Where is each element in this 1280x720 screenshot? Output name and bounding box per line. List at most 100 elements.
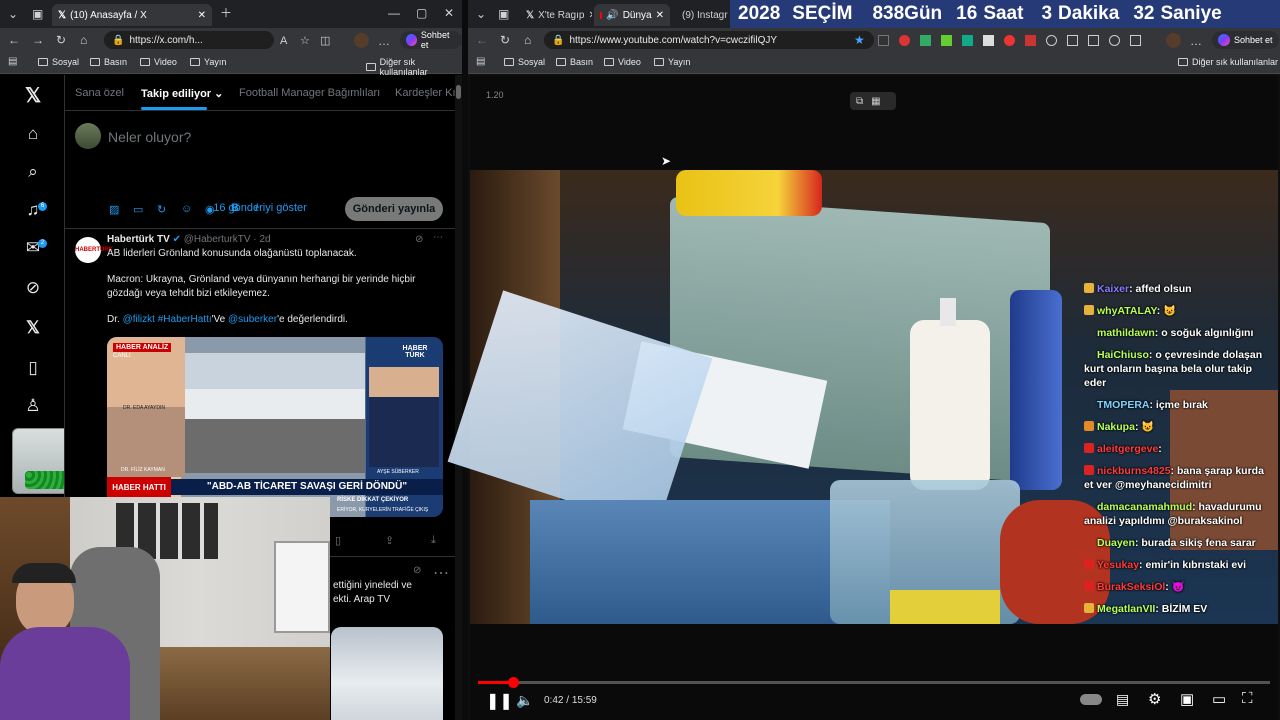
chat-username[interactable]: MegatlanVII [1097, 603, 1155, 615]
home-icon[interactable]: ⌂ [80, 33, 87, 47]
extension-icon[interactable] [1025, 35, 1036, 46]
read-aloud-icon[interactable]: A [280, 34, 287, 48]
refresh-icon[interactable]: ↻ [500, 33, 510, 47]
fav-other[interactable]: Diğer sık kullanılanlar [366, 57, 462, 77]
tab-x-home[interactable]: 𝕏 (10) Anasayfa / X ✕ [52, 4, 212, 26]
bookmark-icon[interactable]: ▯ [335, 534, 341, 547]
favorites-menu-icon[interactable]: ▤ [8, 55, 17, 69]
fav-video[interactable]: Video [604, 57, 641, 67]
tab-kardesler[interactable]: Kardeşler Kı [395, 87, 456, 99]
more-menu-icon[interactable]: … [1190, 34, 1202, 48]
scrubber-handle[interactable] [507, 677, 519, 688]
copilot-chat-button[interactable]: Sohbet et [1212, 31, 1279, 49]
home-icon[interactable]: ⌂ [22, 123, 44, 145]
extension-icon[interactable] [1046, 35, 1057, 46]
notes-icon[interactable]: ▦ [871, 96, 880, 107]
tweet-handle[interactable]: @HaberturkTV [184, 234, 251, 245]
fullscreen-icon[interactable]: ⛶ [1242, 690, 1253, 707]
fav-yayin[interactable]: Yayın [190, 57, 226, 67]
grok-explain-icon[interactable]: ⊘ [415, 233, 423, 247]
maximize-icon[interactable]: ▢ [416, 6, 427, 20]
close-tab-icon[interactable]: ✕ [656, 10, 664, 21]
tweet-time[interactable]: · 2d [253, 234, 270, 245]
fav-video[interactable]: Video [140, 57, 177, 67]
subtitles-icon[interactable]: ▤ [1116, 691, 1129, 708]
chat-username[interactable]: Duayen [1097, 537, 1135, 549]
grok-icon[interactable]: ⊘ [22, 277, 44, 299]
profile-avatar[interactable] [1166, 33, 1181, 48]
chat-username[interactable]: aleitgergeve [1097, 443, 1158, 455]
minimize-icon[interactable]: — [388, 6, 400, 20]
fav-sosyal[interactable]: Sosyal [504, 57, 545, 67]
settings-gear-icon[interactable]: ⚙ [1148, 690, 1161, 708]
autoplay-toggle[interactable] [1080, 694, 1102, 705]
scroll-thumb[interactable] [456, 85, 461, 99]
avatar[interactable] [75, 123, 101, 149]
favorite-star-icon[interactable]: ☆ [300, 34, 310, 48]
miniplayer-icon[interactable]: ▣ [1180, 690, 1194, 708]
mention-link[interactable]: @suberker [228, 314, 277, 325]
close-tab-icon[interactable]: ✕ [588, 10, 592, 21]
fav-other[interactable]: Diğer sık kullanılanlar [1178, 57, 1278, 67]
share-icon[interactable]: ⇪ [385, 534, 394, 547]
close-tab-icon[interactable]: ✕ [198, 10, 206, 21]
home-icon[interactable]: ⌂ [524, 33, 531, 47]
profile-avatar[interactable] [354, 33, 369, 48]
more-icon[interactable]: ⋯ [433, 563, 449, 583]
bookmarks-icon[interactable]: ▯ [22, 357, 44, 379]
tab-for-you[interactable]: Sana özel [75, 87, 124, 99]
right-url-field[interactable]: 🔒 https://www.youtube.com/watch?v=cwczif… [544, 31, 874, 49]
back-icon[interactable]: ← [476, 33, 488, 47]
chat-username[interactable]: nickburns4825 [1097, 465, 1171, 477]
premium-x-icon[interactable]: 𝕏 [22, 317, 44, 339]
fav-basin[interactable]: Basın [90, 57, 127, 67]
haberturk-avatar[interactable]: HABERTÜRK [75, 237, 113, 263]
copilot-chat-button[interactable]: Sohbet et [400, 30, 462, 50]
close-window-icon[interactable]: ✕ [444, 6, 454, 20]
compose-input[interactable]: Neler oluyor? [108, 129, 191, 145]
volume-icon[interactable]: 🔈 [516, 692, 533, 709]
show-new-posts[interactable]: 16 gönderiyi göster [65, 193, 455, 229]
left-url-field[interactable]: 🔒 https://x.com/h... [104, 31, 274, 49]
tab-actions-icon[interactable]: ⌄ [476, 7, 486, 21]
communities-icon[interactable]: ♙ [22, 395, 44, 417]
chat-username[interactable]: HaiChiuso [1097, 349, 1149, 361]
extension-icon[interactable] [983, 35, 994, 46]
extension-icon[interactable] [878, 35, 889, 46]
forward-icon[interactable]: → [32, 33, 44, 47]
chat-username[interactable]: damacanamahmud [1097, 501, 1192, 513]
fav-basin[interactable]: Basın [556, 57, 593, 67]
extensions-puzzle-icon[interactable] [1130, 35, 1141, 46]
explore-search-icon[interactable]: ⌕ [22, 161, 44, 183]
scrollbar[interactable] [455, 75, 462, 720]
mention-link[interactable]: @filizkt [123, 314, 155, 325]
chat-username[interactable]: Nakupa [1097, 421, 1135, 433]
chat-username[interactable]: Yesukay [1097, 559, 1139, 571]
theater-mode-icon[interactable]: ▭ [1212, 690, 1226, 708]
tweet2-media-image[interactable] [331, 627, 443, 720]
workspaces-icon[interactable]: ▣ [498, 7, 509, 21]
chat-username[interactable]: BurakSeksiOl [1097, 581, 1165, 593]
extension-icon[interactable] [1004, 35, 1015, 46]
favorites-menu-icon[interactable]: ▤ [476, 55, 485, 69]
refresh-icon[interactable]: ↻ [56, 33, 66, 47]
x-logo-icon[interactable]: 𝕏 [22, 85, 44, 107]
grok-explain-icon[interactable]: ⊘ [413, 565, 421, 576]
browser-essentials-icon[interactable] [1109, 35, 1120, 46]
back-icon[interactable]: ← [8, 33, 20, 47]
extension-icon[interactable] [962, 35, 973, 46]
pause-icon[interactable]: ❚❚ [486, 691, 513, 711]
extension-icon[interactable] [941, 35, 952, 46]
tab-actions-icon[interactable]: ⌄ [8, 7, 18, 21]
tab-instagram[interactable]: (9) Instagr [672, 4, 730, 26]
split-screen-icon[interactable] [1067, 35, 1078, 46]
tab-football-manager[interactable]: Football Manager Bağımlıları [239, 87, 380, 99]
extension-icon[interactable] [899, 35, 910, 46]
chat-username[interactable]: TMOPERA [1097, 399, 1150, 411]
chat-username[interactable]: whyATALAY [1097, 305, 1157, 317]
chat-username[interactable]: Kaixer [1097, 283, 1129, 295]
workspaces-icon[interactable]: ▣ [32, 7, 43, 21]
hashtag-link[interactable]: #HaberHattı [158, 314, 212, 325]
progress-bar[interactable] [478, 677, 1270, 688]
tab-x-ragip[interactable]: 𝕏X'te Ragıp✕ [520, 4, 592, 26]
